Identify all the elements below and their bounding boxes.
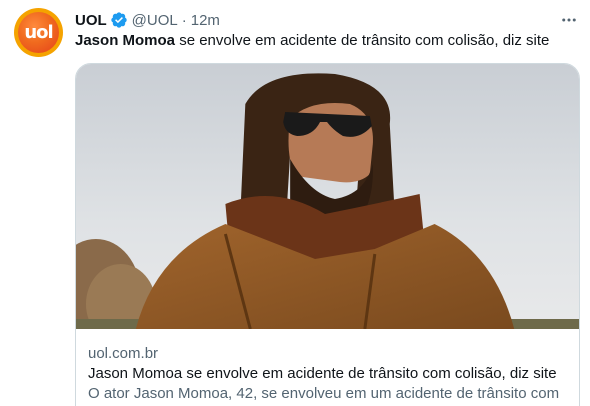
tweet-text-rest: se envolve em acidente de trânsito com c… [175, 32, 550, 49]
tweet-text: Jason Momoa se envolve em acidente de tr… [75, 32, 549, 49]
timestamp[interactable]: 12m [191, 12, 220, 29]
card-description: O ator Jason Momoa, 42, se envolveu em u… [88, 385, 560, 402]
handle[interactable]: @UOL [132, 12, 178, 29]
uol-logo: uol [18, 12, 59, 53]
tweet-text-bold: Jason Momoa [75, 32, 176, 49]
link-card[interactable]: uol.com.br Jason Momoa se envolve em aci… [75, 63, 580, 406]
verified-badge-icon[interactable] [110, 11, 128, 29]
tweet[interactable]: uol UOL @UOL · 12m Jason Momoa se envolv… [0, 0, 590, 406]
card-image[interactable] [76, 64, 579, 329]
avatar-logo-text: uol [24, 22, 53, 43]
card-domain: uol.com.br [88, 345, 159, 362]
tweet-header: UOL @UOL · 12m [75, 10, 220, 30]
more-options-icon[interactable] [560, 11, 578, 29]
display-name[interactable]: UOL [75, 12, 107, 29]
card-body: uol.com.br Jason Momoa se envolve em aci… [88, 344, 559, 404]
separator-dot: · [181, 11, 187, 29]
card-title[interactable]: Jason Momoa se envolve em acidente de tr… [88, 364, 559, 384]
avatar[interactable]: uol [14, 8, 63, 57]
